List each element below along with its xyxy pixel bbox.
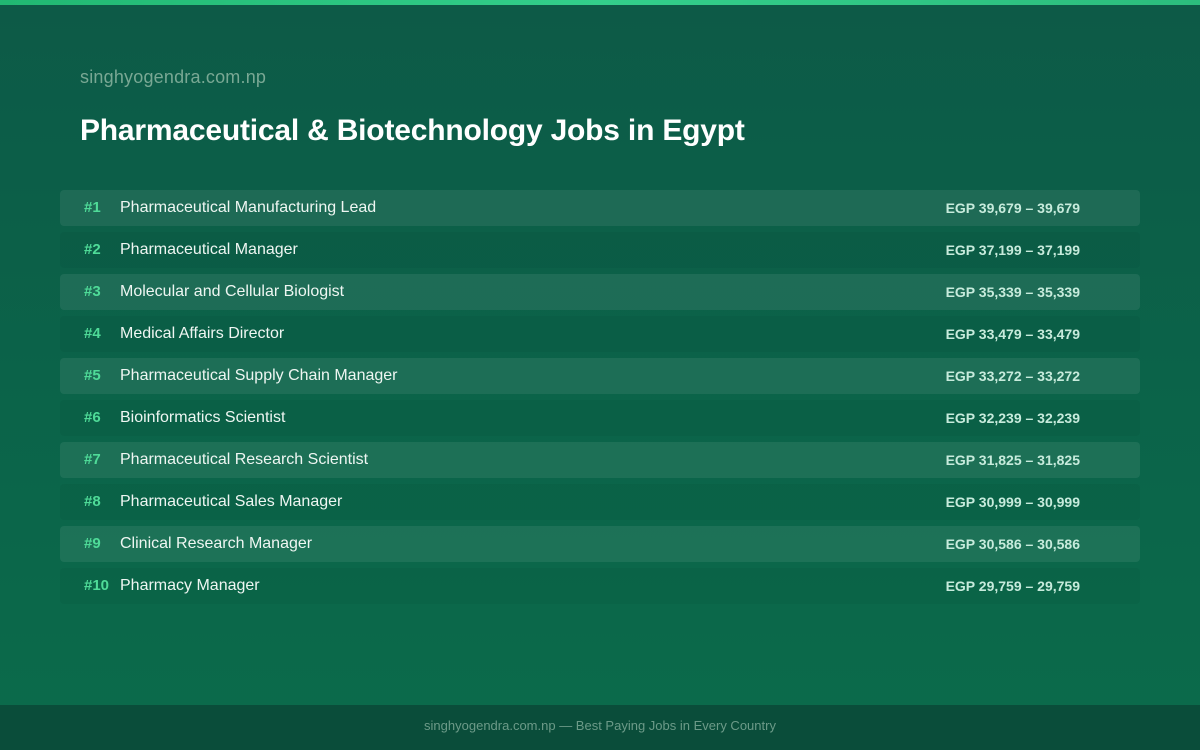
job-salary: EGP 33,479 – 33,479: [945, 326, 1080, 342]
job-rank: #10: [84, 577, 110, 594]
job-salary: EGP 30,999 – 30,999: [945, 494, 1080, 510]
job-title: Bioinformatics Scientist: [120, 409, 286, 426]
job-salary: EGP 33,272 – 33,272: [945, 368, 1080, 384]
job-rank: #6: [84, 409, 101, 426]
job-salary: EGP 31,825 – 31,825: [945, 452, 1080, 468]
site-name: singhyogendra.com.np: [80, 67, 267, 87]
job-rank: #2: [84, 241, 101, 258]
job-rank: #9: [84, 535, 101, 552]
job-salary: EGP 29,759 – 29,759: [945, 578, 1080, 594]
top-accent-bar: [0, 0, 1200, 5]
job-rank: #1: [84, 199, 101, 216]
job-title: Pharmacy Manager: [120, 577, 260, 594]
job-rank: #4: [84, 325, 101, 342]
job-row: #5 Pharmaceutical Supply Chain Manager E…: [60, 358, 1140, 394]
job-row: #4 Medical Affairs Director EGP 33,479 –…: [60, 316, 1140, 352]
job-title: Pharmaceutical Manager: [120, 241, 298, 258]
job-title: Pharmaceutical Supply Chain Manager: [120, 367, 398, 384]
job-rank: #3: [84, 283, 101, 300]
job-row: #6 Bioinformatics Scientist EGP 32,239 –…: [60, 400, 1140, 436]
job-salary: EGP 37,199 – 37,199: [945, 242, 1080, 258]
job-row: #3 Molecular and Cellular Biologist EGP …: [60, 274, 1140, 310]
job-title: Pharmaceutical Manufacturing Lead: [120, 199, 377, 216]
job-rank: #5: [84, 367, 101, 384]
job-title: Molecular and Cellular Biologist: [120, 283, 345, 300]
job-row: #8 Pharmaceutical Sales Manager EGP 30,9…: [60, 484, 1140, 520]
job-title: Pharmaceutical Research Scientist: [120, 451, 369, 468]
job-row: #9 Clinical Research Manager EGP 30,586 …: [60, 526, 1140, 562]
job-salary: EGP 30,586 – 30,586: [945, 536, 1080, 552]
job-salary: EGP 35,339 – 35,339: [945, 284, 1080, 300]
job-rank: #8: [84, 493, 101, 510]
job-rank: #7: [84, 451, 101, 468]
job-row: #7 Pharmaceutical Research Scientist EGP…: [60, 442, 1140, 478]
footer: singhyogendra.com.np — Best Paying Jobs …: [0, 705, 1200, 750]
job-title: Pharmaceutical Sales Manager: [120, 493, 343, 510]
job-row: #2 Pharmaceutical Manager EGP 37,199 – 3…: [60, 232, 1140, 268]
job-salary: EGP 39,679 – 39,679: [945, 200, 1080, 216]
job-list: #1 Pharmaceutical Manufacturing Lead EGP…: [60, 190, 1140, 610]
job-salary: EGP 32,239 – 32,239: [945, 410, 1080, 426]
job-row: #10 Pharmacy Manager EGP 29,759 – 29,759: [60, 568, 1140, 604]
page-title: Pharmaceutical & Biotechnology Jobs in E…: [80, 114, 745, 147]
job-title: Clinical Research Manager: [120, 535, 313, 552]
footer-text: singhyogendra.com.np — Best Paying Jobs …: [424, 718, 776, 733]
job-row: #1 Pharmaceutical Manufacturing Lead EGP…: [60, 190, 1140, 226]
job-title: Medical Affairs Director: [120, 325, 285, 342]
